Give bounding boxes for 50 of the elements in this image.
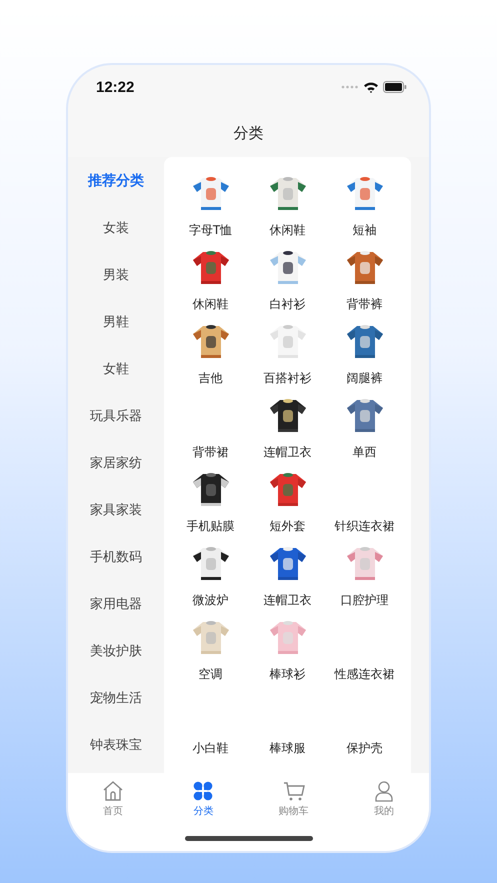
product-item[interactable]: 口腔护理 — [340, 592, 388, 609]
signal-icon — [341, 85, 359, 89]
product-item[interactable]: 棒球衫 — [270, 666, 306, 683]
category-item[interactable]: 推荐分类 — [68, 157, 164, 204]
product-item[interactable]: 休闲鞋 — [270, 222, 306, 239]
product-item[interactable]: 单西 — [352, 444, 376, 461]
product-item[interactable]: 保护壳 — [346, 740, 382, 757]
product-item[interactable]: 连帽卫衣 — [264, 444, 312, 461]
product-item[interactable]: 字母T恤 — [188, 222, 232, 239]
status-time: 12:22 — [96, 78, 134, 96]
category-item[interactable]: 家用电器 — [68, 580, 164, 627]
category-icon — [192, 780, 214, 802]
wifi-icon — [363, 81, 379, 93]
category-item[interactable]: 女装 — [68, 204, 164, 251]
product-item[interactable]: 短袖 — [352, 222, 376, 239]
page-title: 分类 — [234, 124, 264, 142]
category-item[interactable]: 宠物生活 — [68, 674, 164, 721]
product-item[interactable]: 吉他 — [198, 370, 222, 387]
product-item[interactable]: 微波炉 — [192, 592, 228, 609]
tab-item[interactable]: 购物车 — [264, 780, 324, 818]
profile-icon — [372, 780, 395, 802]
category-item[interactable]: 美妆护肤 — [68, 627, 164, 674]
tab-item[interactable]: 我的 — [354, 780, 414, 818]
product-item[interactable]: 棒球服 — [270, 740, 306, 757]
product-item[interactable]: 背带裤 — [346, 296, 382, 313]
product-item[interactable]: 针织连衣裙 — [334, 518, 394, 535]
category-item[interactable]: 钟表珠宝 — [68, 721, 164, 768]
product-item[interactable]: 背带裙 — [192, 444, 228, 461]
category-item[interactable]: 女鞋 — [68, 345, 164, 392]
home-icon — [102, 780, 124, 802]
category-item[interactable]: 男装 — [68, 251, 164, 298]
tab-item[interactable]: 分类 — [173, 780, 234, 818]
category-item[interactable]: 家居家纺 — [68, 439, 164, 486]
product-item[interactable]: 阔腿裤 — [346, 370, 382, 387]
product-item[interactable]: 手机贴膜 — [186, 518, 234, 535]
cart-icon — [282, 780, 305, 802]
category-item[interactable]: 家具家装 — [68, 486, 164, 533]
product-item[interactable]: 空调 — [198, 666, 222, 683]
tab-item[interactable]: 首页 — [83, 780, 144, 818]
category-item[interactable]: 男鞋 — [68, 298, 164, 345]
product-item[interactable]: 小白鞋 — [192, 740, 228, 757]
category-item[interactable]: 手机数码 — [68, 533, 164, 580]
product-item[interactable]: 百搭衬衫 — [264, 370, 312, 387]
product-item[interactable]: 性感连衣裙 — [334, 666, 394, 683]
battery-icon — [383, 81, 407, 93]
product-item[interactable]: 短外套 — [270, 518, 306, 535]
product-item[interactable]: 连帽卫衣 — [264, 592, 312, 609]
product-item[interactable]: 白衬衫 — [270, 296, 306, 313]
product-item[interactable]: 休闲鞋 — [192, 296, 228, 313]
category-item[interactable]: 玩具乐器 — [68, 392, 164, 439]
